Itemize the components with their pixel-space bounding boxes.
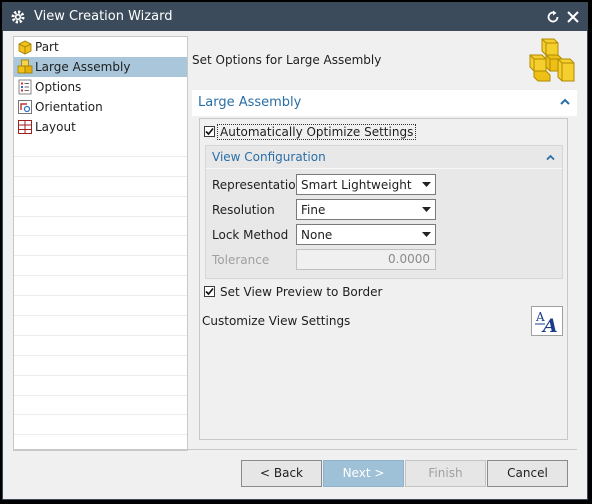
divider [206,168,562,169]
wizard-step-list: Part Large Assembly Options Orientation … [13,36,188,451]
nav-item-large-assembly[interactable]: Large Assembly [14,57,187,77]
finish-button[interactable]: Finish [405,460,486,487]
large-assembly-section-header[interactable]: Large Assembly [192,90,577,116]
page-header: Set Options for Large Assembly [192,53,382,67]
cancel-button[interactable]: Cancel [487,460,568,487]
nav-item-layout[interactable]: Layout [14,117,187,137]
title-bar: View Creation Wizard [3,3,587,31]
resolution-label: Resolution [212,203,275,217]
auto-optimize-checkbox[interactable] [204,126,215,137]
nav-item-options[interactable]: Options [14,77,187,97]
nav-item-label: Part [35,40,59,54]
large-assembly-cubes-icon [529,38,575,82]
auto-optimize-label[interactable]: Automatically Optimize Settings [217,124,417,140]
options-icon [18,79,32,95]
window-title: View Creation Wizard [34,9,173,24]
preview-border-checkbox[interactable] [204,286,215,297]
orientation-icon [18,100,32,114]
dropdown-value: Fine [301,203,326,217]
text-style-icon: A A [535,310,558,337]
large-assembly-icon [17,59,33,74]
preview-border-label: Set View Preview to Border [220,285,383,299]
gear-icon [11,10,25,24]
lock-method-label: Lock Method [212,228,289,242]
nav-empty-rows [14,137,187,450]
customize-view-settings-button[interactable]: A A [531,306,563,337]
reset-icon[interactable] [545,9,561,25]
checkmark-icon [205,127,214,136]
dropdown-value: Smart Lightweight [301,178,412,192]
nav-item-label: Orientation [35,100,103,114]
resolution-dropdown[interactable]: Fine [296,199,436,220]
footer-divider [13,449,577,450]
checkmark-icon [205,287,214,296]
section-title: Large Assembly [198,95,302,110]
tolerance-field: 0.0000 [296,249,436,270]
dropdown-value: None [301,228,333,242]
group-title: View Configuration [212,150,326,164]
chevron-down-icon [422,207,431,212]
representation-label: Representation [212,178,304,192]
svg-text:A: A [541,315,558,335]
nav-item-orientation[interactable]: Orientation [14,97,187,117]
tolerance-label: Tolerance [212,253,270,267]
view-configuration-group: View Configuration Representation Smart … [205,145,563,279]
part-icon [18,40,32,55]
representation-dropdown[interactable]: Smart Lightweight [296,174,436,195]
chevron-down-icon [422,232,431,237]
nav-item-label: Layout [35,120,76,134]
nav-item-label: Options [35,80,82,94]
lock-method-dropdown[interactable]: None [296,224,436,245]
chevron-up-icon[interactable] [559,96,571,108]
chevron-down-icon [422,182,431,187]
customize-view-settings-label: Customize View Settings [202,314,351,328]
back-button[interactable]: < Back [241,460,322,487]
nav-item-label: Large Assembly [35,60,131,74]
nav-item-part[interactable]: Part [14,37,187,57]
next-button[interactable]: Next > [323,460,404,487]
wizard-window: View Creation Wizard Part Large Assembly [2,2,588,500]
chevron-up-icon[interactable] [545,152,556,163]
layout-icon [18,120,32,134]
close-icon[interactable] [565,9,581,25]
